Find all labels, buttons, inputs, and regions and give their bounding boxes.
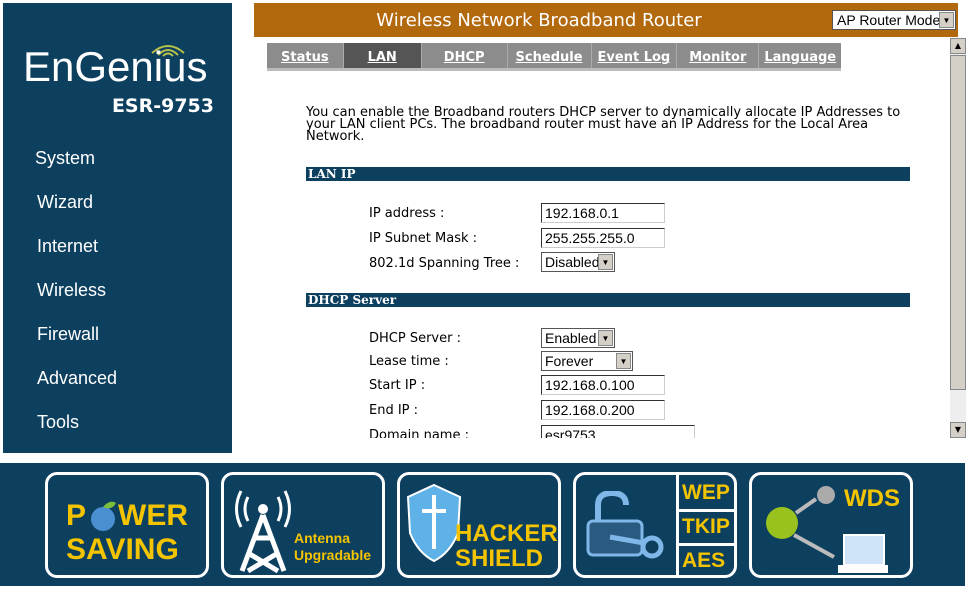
chevron-down-icon: ▼ [598,254,613,270]
dhcp-server-select[interactable]: Enabled ▼ [541,328,615,348]
mode-select[interactable]: AP Router Mode ▼ [832,10,956,30]
content-area: You can enable the Broadband routers DHC… [254,38,950,438]
ip-address-input[interactable]: 192.168.0.1 [541,203,665,223]
shield-icon [406,483,462,563]
sidebar-item-wireless[interactable]: Wireless [37,280,106,301]
scrollbar[interactable]: ▲ ▼ [950,38,966,438]
lease-time-select[interactable]: Forever ▼ [541,351,633,371]
hacker-text: HACKER [455,520,558,547]
wds-panel: WDS [749,472,913,578]
spanning-tree-select[interactable]: Disabled ▼ [541,252,615,272]
sidebar-item-internet[interactable]: Internet [37,236,98,257]
scroll-up-icon[interactable]: ▲ [950,38,966,54]
upgradable-text: Upgradable [294,547,372,563]
feature-banner: P WER SAVING Antenna Upgradable HACKER S… [0,463,965,586]
shield-text: SHIELD [455,545,544,572]
mode-value: AP Router Mode [837,12,941,28]
subnet-mask-input[interactable]: 255.255.255.0 [541,228,665,248]
intro-text: You can enable the Broadband routers DHC… [306,105,901,144]
scroll-down-icon[interactable]: ▼ [950,422,966,438]
lease-time-value: Forever [545,353,594,369]
subnet-mask-label: IP Subnet Mask : [369,231,478,246]
power-text-p: P [66,499,87,532]
sidebar-item-wizard[interactable]: Wizard [37,192,93,213]
padlock-key-icon [586,491,664,559]
sidebar-item-firewall[interactable]: Firewall [37,324,99,345]
end-ip-input[interactable]: 192.168.0.200 [541,400,665,420]
sidebar-item-advanced[interactable]: Advanced [37,368,117,389]
globe-leaf-icon [91,501,116,531]
spanning-tree-value: Disabled [545,254,600,270]
aes-text: AES [682,549,726,572]
tkip-text: TKIP [682,515,730,538]
model-name: ESR-9753 [111,95,214,117]
start-ip-input[interactable]: 192.168.0.100 [541,375,665,395]
hacker-shield-panel: HACKER SHIELD [397,472,561,578]
chevron-down-icon: ▼ [616,353,631,369]
sidebar-item-tools[interactable]: Tools [37,412,79,433]
ip-address-label: IP address : [369,206,445,221]
section-lan-ip: LAN IP [306,167,910,181]
saving-text: SAVING [66,533,179,566]
wep-text: WEP [682,481,730,504]
lease-time-label: Lease time : [369,354,449,369]
dhcp-server-label: DHCP Server : [369,331,461,346]
wds-text: WDS [844,485,900,512]
spanning-tree-label: 802.1d Spanning Tree : [369,256,520,271]
brand-logo: EnGenius [23,43,208,90]
sidebar-item-system[interactable]: System [35,148,95,169]
sidebar: EnGenius ESR-9753 System Wizard Internet… [3,3,232,453]
power-text: WER [118,499,188,532]
power-saving-panel: P WER SAVING [45,472,209,578]
domain-name-label: Domain name : [369,428,469,438]
section-dhcp-server: DHCP Server [306,293,910,307]
antenna-tower-icon [235,490,291,573]
chevron-down-icon: ▼ [939,12,954,28]
dhcp-server-value: Enabled [545,330,597,346]
end-ip-label: End IP : [369,403,419,418]
domain-name-input[interactable]: esr9753 [541,425,695,438]
antenna-panel: Antenna Upgradable [221,472,385,578]
start-ip-label: Start IP : [369,378,426,393]
page-title: Wireless Network Broadband Router [376,10,702,31]
antenna-text: Antenna [294,530,350,546]
header-bar: Wireless Network Broadband Router AP Rou… [254,3,958,37]
chevron-down-icon: ▼ [598,330,613,346]
scrollbar-thumb[interactable] [950,55,966,390]
security-panel: WEP TKIP AES [573,472,737,578]
